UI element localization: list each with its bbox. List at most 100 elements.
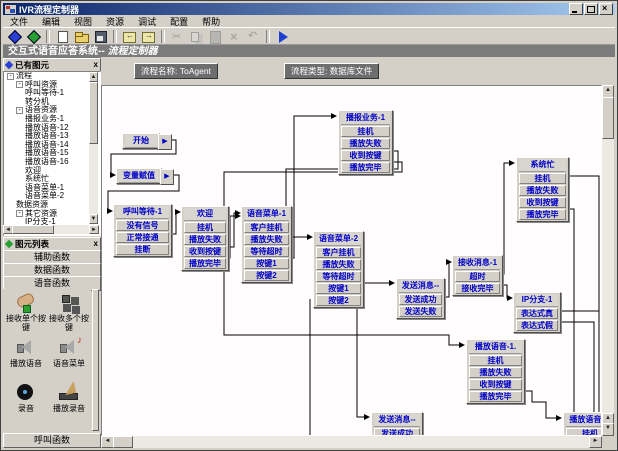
node-port-挂机[interactable]: 挂机 [341,126,390,137]
node-port-发送失败[interactable]: 发送失败 [399,306,442,317]
flow-node-callwait1[interactable]: 呼叫等待-1没有信号正常接通挂断 [113,204,172,257]
flow-node-menu1[interactable]: 语音菜单-1客户挂机播放失败等待超时按键1按键2 [241,206,292,283]
node-port-挂机[interactable]: 挂机 [566,428,602,436]
tree-expand-icon[interactable]: - [16,81,23,88]
node-title[interactable]: 接收消息-1 [455,257,500,270]
node-port-接收完毕[interactable]: 接收完毕 [455,283,500,294]
node-port-客户挂机[interactable]: 客户挂机 [316,247,361,258]
node-port-正常接通[interactable]: 正常接通 [116,232,169,243]
node-port-收到按键[interactable]: 收到按键 [184,246,226,257]
node-run-icon[interactable]: ▶ [160,169,174,185]
node-port-播放完毕[interactable]: 播放完毕 [469,391,522,402]
tree-item-播放语音-16[interactable]: 播放语音-16 [4,158,100,167]
node-port-等待超时[interactable]: 等待超时 [316,271,361,282]
node-port-超时[interactable]: 超时 [455,271,500,282]
minimize-button[interactable] [569,3,583,15]
panel-close-icon[interactable]: x [94,61,98,69]
node-port-挂机[interactable]: 挂机 [519,173,566,184]
node-port-发送成功[interactable]: 发送成功 [399,294,442,305]
node-title[interactable]: 开始 [125,135,157,148]
flow-node-start[interactable]: 开始▶ [122,133,160,149]
flow-node-assign[interactable]: 变量赋值▶ [116,168,162,184]
call-functions-button[interactable]: 呼叫函数 [3,433,101,448]
flow-node-playvoice2[interactable]: 播放语音-1.挂机播放失败 [563,412,602,436]
node-port-挂机[interactable]: 挂机 [469,355,522,366]
node-port-播放完毕[interactable]: 播放完毕 [184,258,226,269]
tree-expand-icon[interactable]: - [7,73,14,80]
back-icon[interactable] [6,29,23,44]
tree-expand-icon[interactable]: - [16,210,23,217]
palette-item-voice-menu[interactable]: ♪语音菜单 [48,336,90,368]
node-port-按键2[interactable]: 按键2 [244,270,289,281]
node-title[interactable]: 播放语音-1. [566,414,602,427]
node-port-按键2[interactable]: 按键2 [316,295,361,306]
palette-item-play-voice[interactable]: 播放语音 [5,336,47,368]
canvas-vscrollbar[interactable]: ▲ ▲ ▼ [602,85,614,436]
node-title[interactable]: 发送消息-- [399,280,442,293]
node-port-播放失败[interactable]: 播放失败 [469,367,522,378]
node-title[interactable]: 呼叫等待-1 [116,206,169,219]
flow-node-sysbusy[interactable]: 系统忙挂机播放失败收到按键播放完毕 [516,157,569,222]
run-icon[interactable] [274,29,291,44]
node-port-按键1[interactable]: 按键1 [244,258,289,269]
palette-item-receive-multi-key[interactable]: 接收多个按键 [48,291,90,332]
tree-expand-icon[interactable]: - [16,107,23,114]
flow-node-broadcast1[interactable]: 播报业务-1挂机播放失败收到按键播放完毕 [338,110,393,175]
tree-vscrollbar[interactable]: ▲ ▼ [89,72,98,224]
node-title[interactable]: 播报业务-1 [341,112,390,125]
node-port-等待超时[interactable]: 等待超时 [244,246,289,257]
flow-node-recvmsg1[interactable]: 接收消息-1超时接收完毕 [452,255,503,296]
flow-node-sendmsg2[interactable]: 发送消息--发送成功发送失败 [371,412,423,436]
panel-close-icon[interactable]: x [94,240,98,248]
palette-item-record[interactable]: 录音 [5,381,47,413]
flow-node-menu2[interactable]: 语音菜单-2客户挂机播放失败等待超时按键1按键2 [313,231,364,308]
node-port-挂断[interactable]: 挂断 [116,244,169,255]
node-port-挂机[interactable]: 挂机 [184,222,226,233]
flow-node-sendmsg1[interactable]: 发送消息--发送成功发送失败 [396,278,445,319]
new-file-icon[interactable] [54,29,71,44]
node-port-播放完毕[interactable]: 播放完毕 [519,209,566,220]
tree-hscrollbar[interactable]: ◄ ► [3,225,99,234]
tree-item-欢迎[interactable]: 欢迎 [4,167,100,176]
node-title[interactable]: 变量赋值 [119,170,159,183]
node-port-播放失败[interactable]: 播放失败 [519,185,566,196]
open-folder-icon[interactable] [73,29,90,44]
flow-node-playvoice1[interactable]: 播放语音-1.挂机播放失败收到按键播放完毕 [466,339,525,404]
save-icon[interactable] [92,29,109,44]
node-port-收到按键[interactable]: 收到按键 [341,150,390,161]
node-port-播放失败[interactable]: 播放失败 [316,259,361,270]
node-title[interactable]: 发送消息-- [374,414,420,427]
node-title[interactable]: 语音菜单-1 [244,208,289,221]
node-port-按键1[interactable]: 按键1 [316,283,361,294]
node-title[interactable]: 播放语音-1. [469,341,522,354]
flow-node-welcome[interactable]: 欢迎挂机播放失败收到按键播放完毕 [181,206,229,271]
import-icon[interactable] [121,29,138,44]
node-port-播放失败[interactable]: 播放失败 [184,234,226,245]
node-port-播放失败[interactable]: 播放失败 [244,234,289,245]
node-title[interactable]: 语音菜单-2 [316,233,361,246]
flow-canvas[interactable]: 开始▶变量赋值▶呼叫等待-1没有信号正常接通挂断欢迎挂机播放失败收到按键播放完毕… [101,85,602,436]
tree-item-呼叫等待-1[interactable]: 呼叫等待-1 [4,89,100,98]
node-title[interactable]: 系统忙 [519,159,566,172]
node-port-收到按键[interactable]: 收到按键 [469,379,522,390]
node-run-icon[interactable]: ▶ [158,134,172,150]
node-port-没有信号[interactable]: 没有信号 [116,220,169,231]
node-port-客户挂机[interactable]: 客户挂机 [244,222,289,233]
node-title[interactable]: IP分支-1 [516,294,558,307]
forward-icon[interactable] [25,29,42,44]
palette-item-play-record[interactable]: 播放录音 [48,381,90,413]
node-port-收到按键[interactable]: 收到按键 [519,197,566,208]
canvas-hscrollbar[interactable]: ◄ ► [101,436,602,448]
node-port-表达式假[interactable]: 表达式假 [516,320,558,331]
node-title[interactable]: 欢迎 [184,208,226,221]
node-port-发送成功[interactable]: 发送成功 [374,428,420,436]
node-port-播放完毕[interactable]: 播放完毕 [341,162,390,173]
iconlist-vscrollbar[interactable] [92,289,99,431]
flow-node-ipbranch1[interactable]: IP分支-1表达式真表达式假 [513,292,561,333]
palette-item-receive-single-key[interactable]: 接收单个按键 [5,291,47,332]
export-icon[interactable] [140,29,157,44]
restore-button[interactable] [584,3,598,15]
node-port-播放失败[interactable]: 播放失败 [341,138,390,149]
close-button[interactable] [599,3,613,15]
node-port-表达式真[interactable]: 表达式真 [516,308,558,319]
